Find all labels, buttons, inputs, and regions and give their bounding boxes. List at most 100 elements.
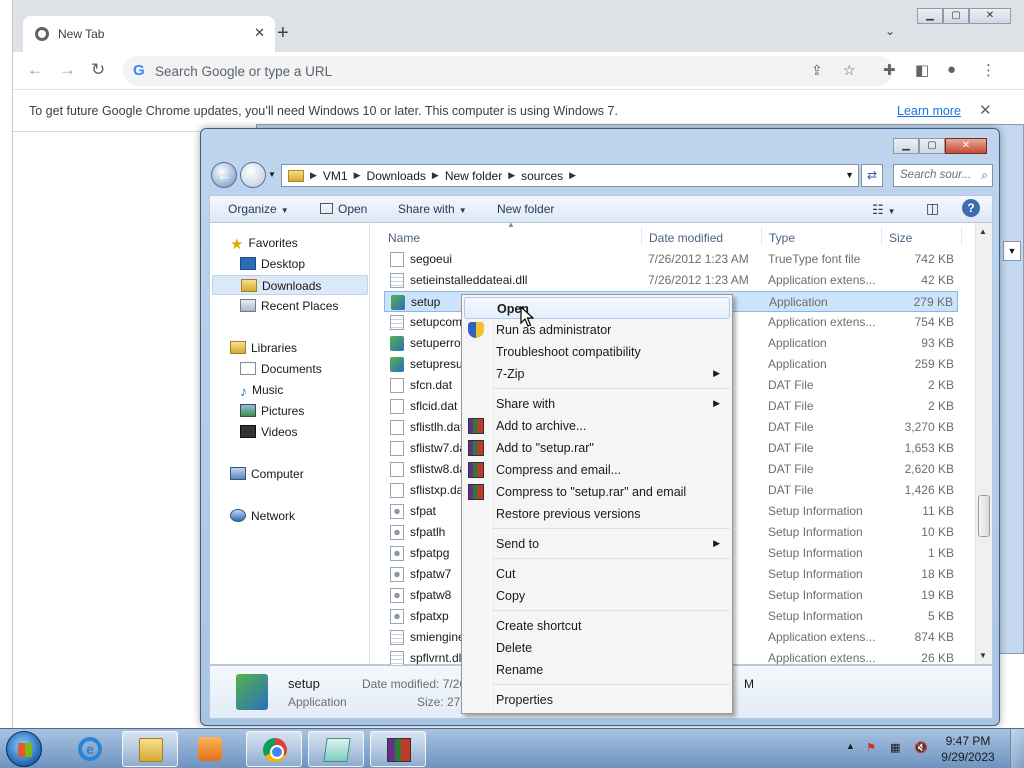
breadcrumb-downloads[interactable]: Downloads bbox=[367, 169, 426, 183]
tab-close-button[interactable]: ✕ bbox=[254, 25, 265, 41]
refresh-icon[interactable]: ⇄ bbox=[861, 164, 883, 187]
share-icon[interactable]: ⇪ bbox=[811, 62, 823, 79]
nav-downloads[interactable]: Downloads bbox=[212, 275, 368, 295]
vertical-scrollbar[interactable]: ▲ ▼ bbox=[975, 223, 992, 664]
column-divider[interactable] bbox=[641, 227, 642, 245]
scrollbar-thumb[interactable] bbox=[978, 495, 990, 537]
menu-item-troubleshoot-compatibility[interactable]: Troubleshoot compatibility bbox=[464, 341, 730, 363]
volume-muted-icon[interactable]: 🔇 bbox=[914, 741, 928, 754]
breadcrumb-separator-icon[interactable]: ▶ bbox=[310, 170, 317, 181]
taskbar-chrome[interactable] bbox=[246, 731, 302, 767]
nav-music[interactable]: ♪ Music bbox=[240, 380, 283, 400]
recent-pages-dropdown-icon[interactable]: ▼ bbox=[268, 170, 276, 179]
breadcrumb-new-folder[interactable]: New folder bbox=[445, 169, 502, 183]
menu-item-add-to-archive[interactable]: Add to archive... bbox=[464, 415, 730, 437]
explorer-maximize-button[interactable]: ▢ bbox=[919, 138, 945, 154]
nav-recent-places[interactable]: Recent Places bbox=[240, 296, 338, 316]
nav-documents[interactable]: Documents bbox=[240, 359, 322, 379]
table-row[interactable]: segoeui 7/26/2012 1:23 AM TrueType font fi… bbox=[384, 249, 958, 270]
open-button[interactable]: Open bbox=[320, 202, 367, 216]
show-desktop-button[interactable] bbox=[1010, 729, 1024, 768]
menu-item-delete[interactable]: Delete bbox=[464, 637, 730, 659]
menu-item-send-to[interactable]: Send to ▶ bbox=[464, 533, 730, 555]
menu-item-properties[interactable]: Properties bbox=[464, 689, 730, 711]
menu-item-compress-to-setup-rar-and-email[interactable]: Compress to "setup.rar" and email bbox=[464, 481, 730, 503]
new-folder-button[interactable]: New folder bbox=[497, 202, 554, 216]
tab-new-tab[interactable]: New Tab ✕ bbox=[23, 16, 275, 52]
breadcrumb-separator-icon[interactable]: ▶ bbox=[569, 170, 576, 181]
taskbar-ie[interactable]: e bbox=[62, 731, 118, 767]
view-options-icon[interactable]: ☷ ▼ bbox=[872, 202, 896, 218]
omnibox[interactable]: G Search Google or type a URL ⇪ ☆ bbox=[123, 56, 893, 86]
nav-desktop[interactable]: Desktop bbox=[240, 254, 305, 274]
taskbar-media-player[interactable] bbox=[182, 731, 238, 767]
nav-computer[interactable]: Computer bbox=[230, 464, 304, 484]
profile-avatar-icon[interactable]: ● bbox=[947, 61, 956, 78]
side-panel-icon[interactable]: ◧ bbox=[915, 61, 929, 79]
share-with-button[interactable]: Share with ▼ bbox=[398, 202, 467, 216]
menu-item-rename[interactable]: Rename bbox=[464, 659, 730, 681]
maximize-button[interactable]: ▢ bbox=[943, 8, 969, 24]
breadcrumb-vm1[interactable]: VM1 bbox=[323, 169, 348, 183]
menu-item-open[interactable]: Open bbox=[464, 297, 730, 319]
explorer-back-icon[interactable]: ← bbox=[211, 162, 237, 188]
forward-arrow-icon[interactable]: → bbox=[59, 60, 76, 80]
column-divider[interactable] bbox=[761, 227, 762, 245]
tray-expand-icon[interactable]: ▲ bbox=[846, 741, 855, 751]
nav-pictures[interactable]: Pictures bbox=[240, 401, 304, 421]
menu-kebab-icon[interactable]: ⋮ bbox=[981, 61, 996, 79]
nav-network[interactable]: Network bbox=[230, 506, 295, 526]
column-header-name[interactable]: Name bbox=[388, 231, 420, 245]
new-tab-button[interactable]: + bbox=[277, 22, 289, 45]
menu-item-share-with[interactable]: Share with ▶ bbox=[464, 393, 730, 415]
menu-item-create-shortcut[interactable]: Create shortcut bbox=[464, 615, 730, 637]
menu-item-run-as-administrator[interactable]: Run as administrator bbox=[464, 319, 730, 341]
close-button[interactable]: ✕ bbox=[969, 8, 1011, 24]
menu-item-copy[interactable]: Copy bbox=[464, 585, 730, 607]
address-dropdown-icon[interactable]: ▼ bbox=[845, 170, 854, 180]
taskbar-clock[interactable]: 9:47 PM 9/29/2023 bbox=[938, 733, 998, 765]
column-header-size[interactable]: Size bbox=[889, 231, 912, 245]
tab-search-icon[interactable]: ⌄ bbox=[885, 24, 895, 38]
column-divider[interactable] bbox=[961, 227, 962, 245]
network-tray-icon[interactable]: ▦ bbox=[890, 741, 900, 754]
reload-icon[interactable]: ↻ bbox=[91, 60, 105, 80]
search-icon[interactable]: ⌕ bbox=[981, 168, 988, 183]
taskbar-winrar[interactable] bbox=[370, 731, 426, 767]
menu-item-cut[interactable]: Cut bbox=[464, 563, 730, 585]
breadcrumb[interactable]: ▶ VM1 ▶ Downloads ▶ New folder ▶ sources… bbox=[281, 164, 859, 187]
explorer-minimize-button[interactable]: ▁ bbox=[893, 138, 919, 154]
explorer-forward-icon[interactable]: → bbox=[240, 162, 266, 188]
nav-favorites[interactable]: ★ Favorites bbox=[230, 233, 298, 253]
menu-item-add-to-setup-rar[interactable]: Add to "setup.rar" bbox=[464, 437, 730, 459]
menu-item-compress-and-email[interactable]: Compress and email... bbox=[464, 459, 730, 481]
breadcrumb-separator-icon[interactable]: ▶ bbox=[354, 170, 361, 181]
nav-videos[interactable]: Videos bbox=[240, 422, 297, 442]
column-header-date-modified[interactable]: Date modified bbox=[649, 231, 723, 245]
extensions-puzzle-icon[interactable]: ✚ bbox=[883, 61, 896, 79]
menu-item-restore-previous-versions[interactable]: Restore previous versions bbox=[464, 503, 730, 525]
learn-more-link[interactable]: Learn more bbox=[897, 104, 961, 118]
breadcrumb-sources[interactable]: sources bbox=[521, 169, 563, 183]
column-header-type[interactable]: Type bbox=[769, 231, 795, 245]
breadcrumb-separator-icon[interactable]: ▶ bbox=[508, 170, 515, 181]
breadcrumb-separator-icon[interactable]: ▶ bbox=[432, 170, 439, 181]
table-row[interactable]: setieinstalleddateai.dll 7/26/2012 1:23 A… bbox=[384, 270, 958, 291]
explorer-close-button[interactable]: ✕ bbox=[945, 138, 987, 154]
taskbar-explorer[interactable] bbox=[122, 731, 178, 767]
column-divider[interactable] bbox=[881, 227, 882, 245]
infobar-close-button[interactable]: ✕ bbox=[979, 101, 992, 119]
back-arrow-icon[interactable]: ← bbox=[27, 60, 44, 80]
search-input[interactable]: Search sour... ⌕ bbox=[893, 164, 993, 187]
menu-item-7-zip[interactable]: 7-Zip ▶ bbox=[464, 363, 730, 385]
scroll-up-icon[interactable]: ▲ bbox=[979, 227, 987, 236]
start-button[interactable] bbox=[6, 731, 42, 767]
help-icon[interactable]: ? bbox=[962, 199, 980, 217]
action-center-flag-icon[interactable]: ⚑ bbox=[866, 741, 876, 754]
preview-pane-icon[interactable]: ◫ bbox=[926, 200, 939, 217]
bookmark-star-icon[interactable]: ☆ bbox=[843, 62, 856, 79]
scroll-down-icon[interactable]: ▼ bbox=[979, 651, 987, 660]
nav-libraries[interactable]: Libraries bbox=[230, 338, 297, 358]
organize-button[interactable]: Organize ▼ bbox=[228, 202, 289, 216]
minimize-button[interactable]: ▁ bbox=[917, 8, 943, 24]
